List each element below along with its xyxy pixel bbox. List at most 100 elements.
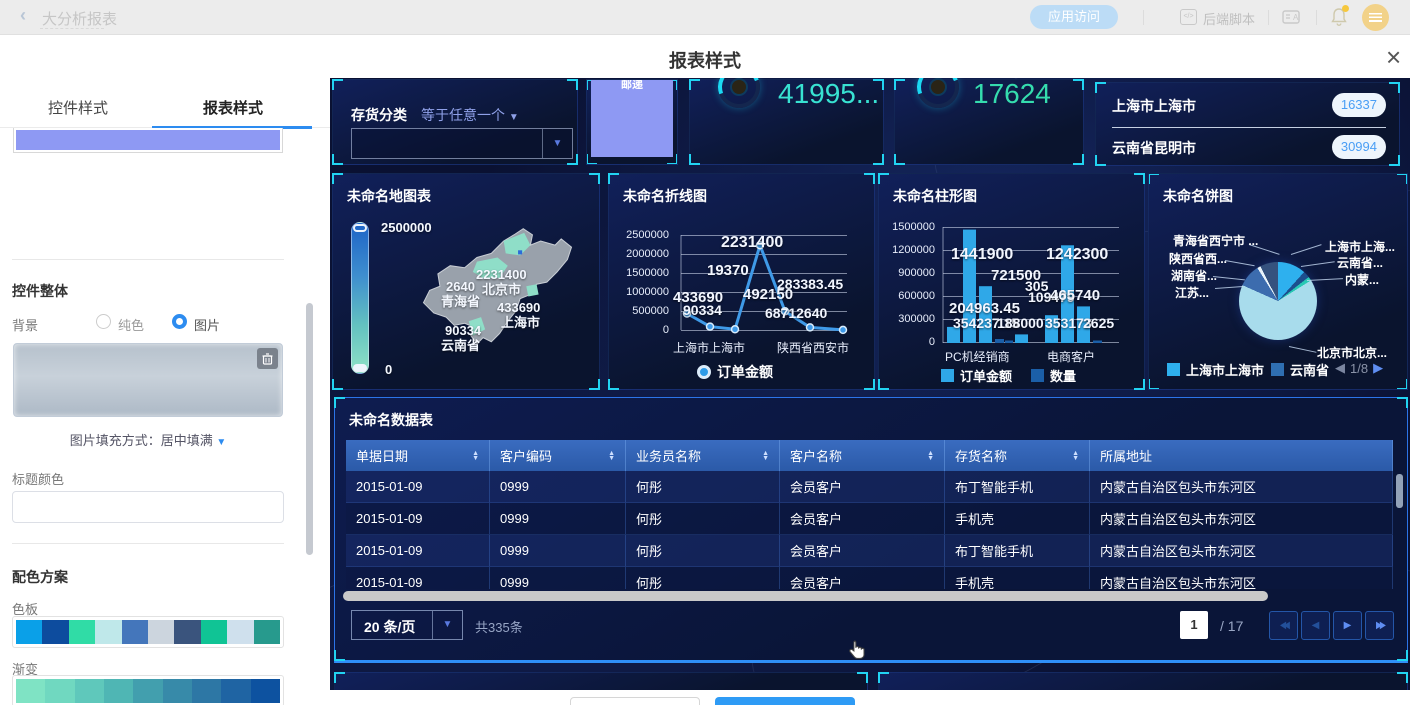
next-page-button[interactable]: ▶ — [1333, 611, 1362, 640]
sort-icon[interactable]: ▲▼ — [1072, 451, 1079, 461]
legend-swatch — [1031, 369, 1044, 382]
map-chart-widget[interactable]: 未命名地图表 2500000 0 2231400 北京市 2640 青海省 43… — [332, 173, 600, 390]
palette-swatch — [95, 620, 121, 644]
radio-image[interactable] — [172, 314, 187, 329]
back-icon[interactable]: ‹ — [20, 5, 26, 26]
list-item[interactable]: 云南省昆明市 30994 — [1112, 135, 1386, 159]
tab-widget-style[interactable]: 控件样式 — [48, 97, 108, 118]
corner-bracket — [1389, 82, 1400, 93]
first-page-button[interactable]: ◀◀ — [1269, 611, 1298, 640]
background-image-preview[interactable] — [13, 343, 283, 417]
confirm-button[interactable] — [715, 697, 855, 705]
filter-operator[interactable]: 等于任意一个 ▼ — [421, 105, 519, 125]
list-item[interactable]: 上海市上海市 16337 — [1112, 93, 1386, 117]
chevron-down-icon[interactable]: ▼ — [216, 437, 226, 448]
table-row[interactable]: 2015-01-09 0999 何彤 会员客户 布丁智能手机 内蒙古自治区包头市… — [346, 535, 1393, 567]
prev-page-button[interactable]: ◀ — [1301, 611, 1330, 640]
corner-bracket — [332, 379, 343, 390]
legend-label: 上海市上海市 — [1186, 360, 1264, 379]
section-scheme-heading: 配色方案 — [12, 567, 68, 587]
line-chart-widget[interactable]: 未命名折线图 2500000 2000000 1500000 1000000 5… — [608, 173, 875, 390]
gauge-widget-1[interactable]: 41995... — [689, 79, 884, 165]
sort-icon[interactable]: ▲▼ — [608, 451, 615, 461]
color-swatch-box[interactable] — [13, 128, 283, 153]
legend[interactable]: 订单金额 — [697, 362, 773, 382]
legend-item[interactable]: 数量 — [1031, 366, 1076, 385]
column-header[interactable]: 业务员名称▲▼ — [626, 440, 780, 471]
table-row[interactable]: 2015-01-09 0999 何彤 会员客户 手机壳 内蒙古自治区包头市东河区 — [346, 567, 1393, 589]
divider — [12, 543, 284, 544]
sort-icon[interactable]: ▲▼ — [927, 451, 934, 461]
app-access-button[interactable]: 应用访问 — [1030, 5, 1118, 29]
corner-bracket — [608, 173, 619, 184]
legend-item[interactable]: 上海市上海市 — [1167, 360, 1264, 379]
data-table-widget[interactable]: 未命名数据表 单据日期▲▼ 客户编码▲▼ 业务员名称▲▼ 客户名称▲▼ 存货名称… — [334, 397, 1408, 663]
radio-solid-color[interactable] — [96, 314, 111, 329]
data-label: 465740 — [1050, 287, 1100, 304]
report-canvas[interactable]: 存货分类 等于任意一个 ▼ ▼ 邮递 41995... 17624 上海市上海市… — [330, 78, 1410, 690]
rank-list-widget[interactable]: 上海市上海市 16337 云南省昆明市 30994 — [1095, 82, 1400, 166]
map-point-name: 北京市 — [482, 279, 521, 298]
column-header[interactable]: 存货名称▲▼ — [945, 440, 1090, 471]
divider — [1316, 10, 1317, 25]
legend-item[interactable]: 云南省 — [1271, 360, 1329, 379]
pie-chart-widget[interactable]: 未命名饼图 青海省西宁市 ... 陕西省西... 湖南省... 江苏... 上海… — [1148, 173, 1408, 390]
sort-icon[interactable]: ▲▼ — [762, 451, 769, 461]
column-header[interactable]: 客户编码▲▼ — [490, 440, 626, 471]
mini-bar-label: 邮递 — [587, 79, 677, 92]
bar-chart-widget[interactable]: 未命名柱形图 1500000 1200000 900000 600000 300… — [878, 173, 1145, 390]
radio-solid-label[interactable]: 纯色 — [118, 315, 144, 334]
backend-script-button[interactable]: 后端脚本 — [1203, 9, 1255, 28]
partial-widget[interactable] — [878, 672, 1408, 690]
code-icon[interactable]: </> — [1180, 9, 1197, 25]
rank-name: 云南省昆明市 — [1112, 138, 1196, 158]
table-row[interactable]: 2015-01-09 0999 何彤 会员客户 手机壳 内蒙古自治区包头市东河区 — [346, 503, 1393, 535]
map-legend-bar — [351, 222, 369, 374]
cell: 0999 — [490, 503, 626, 535]
table-row[interactable]: 2015-01-09 0999 何彤 会员客户 布丁智能手机 内蒙古自治区包头市… — [346, 471, 1393, 503]
page-size-select[interactable]: 20 条/页 ▼ — [351, 610, 463, 640]
tab-report-style[interactable]: 报表样式 — [203, 97, 263, 118]
svg-text:A: A — [1293, 13, 1299, 22]
chevron-down-icon[interactable]: ▼ — [432, 611, 462, 639]
partial-widget[interactable] — [334, 672, 868, 690]
radio-image-label[interactable]: 图片 — [194, 315, 220, 334]
legend-min: 0 — [385, 362, 392, 377]
pager-prev-icon[interactable]: ◀ — [1335, 360, 1345, 376]
pager-next-icon[interactable]: ▶ — [1373, 360, 1383, 376]
filter-value-select[interactable]: ▼ — [351, 128, 573, 159]
column-header[interactable]: 单据日期▲▼ — [346, 440, 490, 471]
sort-icon[interactable]: ▲▼ — [472, 451, 479, 461]
legend-item[interactable]: 订单金额 — [941, 366, 1012, 385]
gradient-bar[interactable] — [12, 675, 284, 705]
horizontal-scrollbar[interactable] — [343, 591, 1268, 601]
gradient-swatch — [45, 679, 74, 703]
corner-bracket — [1073, 154, 1084, 165]
mini-bar-widget[interactable]: 邮递 — [586, 79, 678, 165]
legend-label: 云南省 — [1290, 360, 1329, 379]
gauge-widget-2[interactable]: 17624 — [894, 79, 1084, 165]
sidebar-scrollbar[interactable] — [306, 303, 313, 555]
title-color-input[interactable] — [12, 491, 284, 523]
style-sidebar: 控件样式 报表样式 控件整体 背景 纯色 图片 图片填充方式：居中填满 ▼ 标题… — [0, 85, 330, 705]
pie-callout: 湖南省... — [1171, 267, 1217, 284]
corner-bracket — [1148, 379, 1159, 390]
corner-bracket — [1397, 650, 1408, 661]
data-label: 90334 — [683, 302, 722, 318]
page-input[interactable]: 1 — [1180, 611, 1208, 639]
column-header[interactable]: 客户名称▲▼ — [780, 440, 945, 471]
avatar[interactable] — [1362, 4, 1389, 31]
x-axis-label: 上海市上海市 — [673, 339, 745, 356]
last-page-button[interactable]: ▶▶ — [1365, 611, 1394, 640]
vertical-scrollbar[interactable] — [1396, 474, 1403, 508]
data-label: 2625 — [1083, 315, 1114, 331]
cancel-button[interactable] — [570, 697, 700, 705]
column-header[interactable]: 所属地址 — [1090, 440, 1393, 471]
fill-mode-row: 图片填充方式：居中填满 ▼ — [0, 430, 296, 449]
chevron-down-icon[interactable]: ▼ — [542, 129, 572, 158]
delete-image-button[interactable] — [257, 348, 278, 369]
close-icon[interactable]: × — [1386, 44, 1401, 70]
palette-bar[interactable] — [12, 616, 284, 648]
filter-widget[interactable]: 存货分类 等于任意一个 ▼ ▼ — [332, 79, 578, 165]
contact-card-icon[interactable]: A — [1282, 8, 1300, 26]
